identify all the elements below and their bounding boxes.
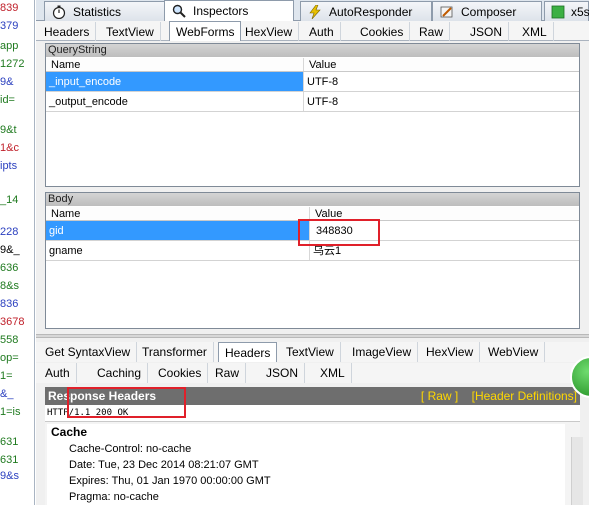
tab-request-headers[interactable]: Headers [38, 22, 97, 41]
param-name[interactable]: _output_encode [46, 92, 304, 111]
panel-splitter[interactable] [36, 334, 589, 338]
response-tabs: Get SyntaxView Transformer Headers TextV… [36, 342, 589, 362]
session-fragment[interactable]: 228 [0, 226, 18, 238]
tab-response-transformer[interactable]: Transformer [136, 342, 214, 362]
session-fragment[interactable]: app [0, 40, 18, 52]
column-name-header[interactable]: Name [46, 207, 310, 220]
param-name[interactable]: _input_encode [46, 72, 304, 91]
session-fragment[interactable]: 836 [0, 298, 18, 310]
tab-request-auth[interactable]: Auth [303, 22, 341, 41]
highlight-box [298, 219, 380, 246]
session-fragment[interactable]: 631 [0, 436, 18, 448]
vertical-scrollbar[interactable] [571, 437, 583, 505]
session-fragment[interactable]: 636 [0, 262, 18, 274]
tab-request-json[interactable]: JSON [464, 22, 510, 41]
querystring-title: QueryString [46, 44, 579, 57]
lightning-icon [307, 4, 323, 20]
header-line[interactable]: Date: Tue, 23 Dec 2014 08:21:07 GMT [47, 457, 565, 473]
tool-tabs: Statistics Inspectors AutoResponder Comp… [36, 0, 589, 21]
session-fragment[interactable]: 379 [0, 20, 18, 32]
tab-response-cookies[interactable]: Cookies [152, 363, 209, 383]
tab-autoresponder[interactable]: AutoResponder [300, 1, 432, 21]
session-fragment[interactable]: id= [0, 94, 15, 106]
tab-composer-label: Composer [461, 4, 517, 19]
tab-response-syntaxview[interactable]: Get SyntaxView [39, 342, 138, 362]
tab-autoresponder-label: AutoResponder [329, 4, 413, 19]
tab-request-hexview[interactable]: HexView [239, 22, 300, 41]
tab-response-hexview[interactable]: HexView [420, 342, 481, 362]
tab-composer[interactable]: Composer [432, 1, 542, 21]
tab-x5s-label: x5s [571, 4, 589, 19]
session-fragment[interactable]: _14 [0, 194, 18, 206]
querystring-row[interactable]: _output_encode UTF-8 [46, 92, 579, 112]
response-tabs-secondary: Auth Caching Cookies Raw JSON XML [36, 363, 589, 383]
querystring-section: QueryString Name Value _input_encode UTF… [45, 43, 580, 187]
header-definitions-link[interactable]: [Header Definitions] [472, 389, 577, 403]
session-fragment[interactable]: 9&_ [0, 244, 20, 256]
body-section: Body Name Value gid 348830 gname 乌云1 [45, 192, 580, 329]
param-name[interactable]: gname [46, 241, 310, 260]
tab-request-textview[interactable]: TextView [100, 22, 161, 41]
session-list-strip[interactable]: 839 379 app 1272 9& id= 9&t 1&c ipts _14 228 9&_ 636… [0, 0, 35, 505]
body-title: Body [46, 193, 579, 206]
session-fragment[interactable]: 558 [0, 334, 18, 346]
highlight-box [67, 387, 186, 418]
tab-response-imageview[interactable]: ImageView [346, 342, 419, 362]
session-fragment[interactable]: 3678 [0, 316, 24, 328]
session-fragment[interactable]: 9&s [0, 470, 19, 482]
session-fragment[interactable]: 1= [0, 370, 13, 382]
column-name-header[interactable]: Name [46, 58, 304, 71]
param-value[interactable]: UTF-8 [304, 72, 579, 91]
session-fragment[interactable]: 9&t [0, 124, 17, 136]
tab-response-headers[interactable]: Headers [218, 342, 278, 362]
pencil-icon [439, 4, 455, 20]
header-line[interactable]: Pragma: no-cache [47, 489, 565, 505]
session-fragment[interactable]: 1272 [0, 58, 24, 70]
session-fragment[interactable]: 1&c [0, 142, 19, 154]
session-fragment[interactable]: op= [0, 352, 19, 364]
querystring-grid-header: Name Value [46, 58, 579, 72]
column-value-header[interactable]: Value [304, 58, 579, 71]
querystring-row[interactable]: _input_encode UTF-8 [46, 72, 579, 92]
header-line[interactable]: Expires: Thu, 01 Jan 1970 00:00:00 GMT [47, 473, 565, 489]
tab-request-cookies[interactable]: Cookies [354, 22, 411, 41]
tab-statistics[interactable]: Statistics [44, 1, 169, 21]
tab-request-webforms[interactable]: WebForms [169, 21, 242, 41]
tab-statistics-label: Statistics [73, 4, 122, 19]
tab-x5s[interactable]: x5s [544, 1, 589, 21]
tab-response-textview[interactable]: TextView [280, 342, 341, 362]
tab-response-auth[interactable]: Auth [39, 363, 77, 383]
session-fragment[interactable]: 9& [0, 76, 13, 88]
session-fragment[interactable]: 631 [0, 454, 18, 466]
stopwatch-icon [51, 4, 67, 20]
tab-response-xml[interactable]: XML [314, 363, 352, 383]
tab-response-webview[interactable]: WebView [482, 342, 546, 362]
header-group-title[interactable]: Cache [47, 424, 565, 441]
param-value[interactable]: UTF-8 [304, 92, 579, 111]
tab-inspectors[interactable]: Inspectors [164, 0, 294, 21]
tab-request-xml[interactable]: XML [516, 22, 554, 41]
headers-tree[interactable]: Cache Cache-Control: no-cache Date: Tue,… [45, 421, 580, 505]
tab-response-json[interactable]: JSON [260, 363, 306, 383]
session-fragment[interactable]: &_ [0, 388, 13, 400]
header-line[interactable]: Cache-Control: no-cache [47, 441, 565, 457]
session-fragment[interactable]: 8&s [0, 280, 19, 292]
x5s-icon [551, 4, 565, 20]
request-tabs: Headers TextView WebForms HexView Auth C… [36, 21, 589, 41]
querystring-grid[interactable]: Name Value _input_encode UTF-8 _output_e… [46, 58, 579, 112]
magnifier-icon [171, 3, 187, 19]
cache-header-group: Cache Cache-Control: no-cache Date: Tue,… [47, 424, 565, 505]
inspector-panel: Statistics Inspectors AutoResponder Comp… [36, 0, 589, 505]
param-name[interactable]: gid [46, 221, 310, 240]
tab-response-raw[interactable]: Raw [209, 363, 247, 383]
tab-request-raw[interactable]: Raw [413, 22, 451, 41]
tab-response-caching[interactable]: Caching [91, 363, 149, 383]
tab-inspectors-label: Inspectors [193, 4, 249, 18]
session-fragment[interactable]: ipts [0, 160, 17, 172]
raw-link[interactable]: [ Raw ] [421, 389, 458, 403]
session-fragment[interactable]: 1=is [0, 406, 21, 418]
session-fragment[interactable]: 839 [0, 2, 18, 14]
